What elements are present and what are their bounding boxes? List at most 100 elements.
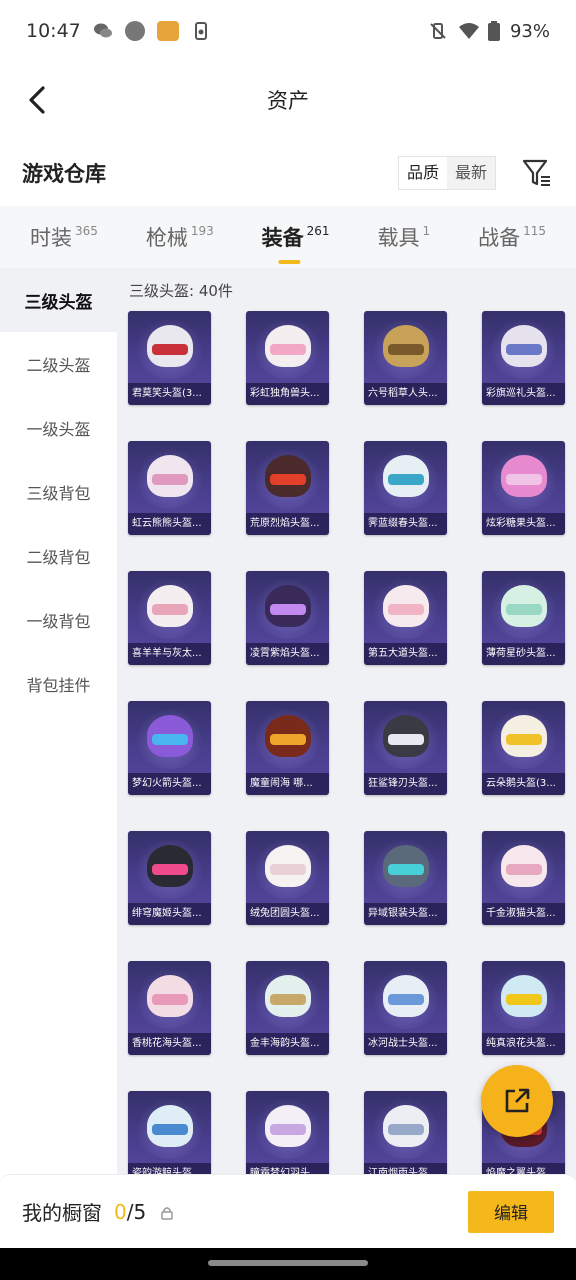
item-name: 炫彩糖果头盔... — [482, 513, 565, 535]
item-name: 第五大道头盔... — [364, 643, 447, 665]
helmet-visor — [152, 474, 188, 485]
sidebar-item-level1-backpack[interactable]: 一级背包 — [0, 588, 117, 652]
sidebar-item-backpack-pendant[interactable]: 背包挂件 — [0, 652, 117, 716]
tab-equipment-label: 装备 — [261, 226, 304, 250]
item-card[interactable]: 瞳霜梦幻羽头... — [246, 1091, 329, 1180]
item-card[interactable]: 第五大道头盔... — [364, 571, 447, 665]
helmet-visor — [506, 604, 542, 615]
helmet-visor — [388, 734, 424, 745]
subcategory-sidebar: 三级头盔 二级头盔 一级头盔 三级背包 二级背包 一级背包 背包挂件 — [0, 268, 117, 1180]
item-name: 绒兔团圆头盔... — [246, 903, 329, 925]
item-name: 彩旗巡礼头盔... — [482, 383, 565, 405]
item-card[interactable]: 虹云熊熊头盔... — [128, 441, 211, 535]
tab-equipment-count: 261 — [306, 224, 330, 238]
item-card[interactable]: 瓷韵游鲸头盔... — [128, 1091, 211, 1180]
item-card[interactable]: 江南烟雨头盔... — [364, 1091, 447, 1180]
item-card[interactable]: 霁蓝缀春头盔... — [364, 441, 447, 535]
battery-icon — [487, 21, 500, 41]
item-card[interactable]: 纯真浪花头盔... — [482, 961, 565, 1055]
filter-icon — [522, 159, 550, 186]
item-name: 绯穹魔姬头盔... — [128, 903, 211, 925]
section-count-label: 三级头盔: 40件 — [129, 282, 233, 300]
helmet-visor — [506, 864, 542, 875]
showcase-label: 我的橱窗 — [22, 1201, 102, 1225]
item-name: 君莫笑头盔(3... — [128, 383, 211, 405]
item-card[interactable]: 异域银装头盔... — [364, 831, 447, 925]
item-card[interactable]: 梦幻火箭头盔... — [128, 701, 211, 795]
item-card[interactable]: 薄荷星砂头盔... — [482, 571, 565, 665]
warehouse-bar: 游戏仓库 品质 最新 — [0, 140, 576, 206]
sidebar-item-level2-helmet[interactable]: 二级头盔 — [0, 332, 117, 396]
filter-button[interactable] — [520, 156, 554, 190]
helmet-visor — [152, 864, 188, 875]
item-card[interactable]: 千金淑猫头盔... — [482, 831, 565, 925]
helmet-visor — [388, 864, 424, 875]
warehouse-title: 游戏仓库 — [22, 162, 106, 186]
tab-combat-gear[interactable]: 战备 115 — [478, 222, 546, 252]
showcase-bar: 我的橱窗 0/5 编辑 — [0, 1174, 576, 1248]
item-card[interactable]: 绯穹魔姬头盔... — [128, 831, 211, 925]
tab-fashion[interactable]: 时装 365 — [30, 222, 98, 252]
helmet-visor — [152, 1124, 188, 1135]
system-nav-bar — [0, 1248, 576, 1280]
status-left: 10:47 — [26, 20, 211, 42]
helmet-visor — [388, 604, 424, 615]
sidebar-item-level3-backpack[interactable]: 三级背包 — [0, 460, 117, 524]
chevron-left-icon — [29, 86, 45, 114]
sidebar-item-level1-helmet[interactable]: 一级头盔 — [0, 396, 117, 460]
helmet-visor — [506, 734, 542, 745]
item-card[interactable]: 绒兔团圆头盔... — [246, 831, 329, 925]
item-card[interactable]: 狂鲨锋刃头盔... — [364, 701, 447, 795]
battery-percent: 93% — [509, 20, 550, 42]
status-bar: 10:47 93% — [0, 0, 576, 62]
item-card[interactable]: 云朵鹅头盔(3... — [482, 701, 565, 795]
item-card[interactable]: 君莫笑头盔(3... — [128, 311, 211, 405]
sort-quality-option[interactable]: 品质 — [398, 157, 447, 189]
item-card[interactable]: 金丰海韵头盔... — [246, 961, 329, 1055]
item-name: 虹云熊熊头盔... — [128, 513, 211, 535]
helmet-visor — [506, 994, 542, 1005]
tab-firearms-label: 枪械 — [145, 226, 188, 250]
share-float-button[interactable] — [481, 1065, 553, 1137]
item-name: 狂鲨锋刃头盔... — [364, 773, 447, 795]
helmet-visor — [270, 604, 306, 615]
showcase-current: 0 — [114, 1199, 127, 1224]
item-name: 香桃花海头盔... — [128, 1033, 211, 1055]
home-gesture-handle[interactable] — [208, 1260, 368, 1266]
item-card[interactable]: 香桃花海头盔... — [128, 961, 211, 1055]
sidebar-item-level3-helmet[interactable]: 三级头盔 — [0, 268, 117, 332]
item-card[interactable]: 六号稻草人头... — [364, 311, 447, 405]
sidebar-item-level2-backpack[interactable]: 二级背包 — [0, 524, 117, 588]
helmet-visor — [152, 604, 188, 615]
item-name: 云朵鹅头盔(3... — [482, 773, 565, 795]
helmet-visor — [388, 344, 424, 355]
item-name: 冰河战士头盔... — [364, 1033, 447, 1055]
back-button[interactable] — [16, 80, 56, 120]
item-card[interactable]: 凌霄紫焰头盔... — [246, 571, 329, 665]
item-name: 纯真浪花头盔... — [482, 1033, 565, 1055]
helmet-visor — [506, 474, 542, 485]
tab-vehicles[interactable]: 载具 1 — [378, 222, 431, 252]
item-card[interactable]: 魔童闹海 哪... — [246, 701, 329, 795]
item-name: 霁蓝缀春头盔... — [364, 513, 447, 535]
item-card[interactable]: 冰河战士头盔... — [364, 961, 447, 1055]
notification-dot-icon — [124, 21, 145, 41]
item-card[interactable]: 彩虹独角兽头... — [246, 311, 329, 405]
helmet-visor — [270, 734, 306, 745]
tab-firearms[interactable]: 枪械 193 — [146, 222, 214, 252]
tab-equipment[interactable]: 装备 261 — [261, 222, 330, 264]
active-tab-indicator — [278, 260, 301, 264]
item-card[interactable]: 喜羊羊与灰太... — [128, 571, 211, 665]
edit-button[interactable]: 编辑 — [468, 1190, 554, 1233]
mute-vibrate-icon — [428, 21, 448, 41]
showcase-max: /5 — [126, 1199, 147, 1224]
tab-fashion-label: 时装 — [29, 226, 72, 250]
status-time: 10:47 — [26, 20, 81, 42]
sort-latest-option[interactable]: 最新 — [447, 157, 495, 189]
status-right: 93% — [428, 21, 550, 42]
item-card[interactable]: 炫彩糖果头盔... — [482, 441, 565, 535]
helmet-visor — [388, 1124, 424, 1135]
item-card[interactable]: 荒原烈焰头盔... — [246, 441, 329, 535]
phone-rotate-icon — [191, 21, 211, 41]
item-card[interactable]: 彩旗巡礼头盔... — [482, 311, 565, 405]
